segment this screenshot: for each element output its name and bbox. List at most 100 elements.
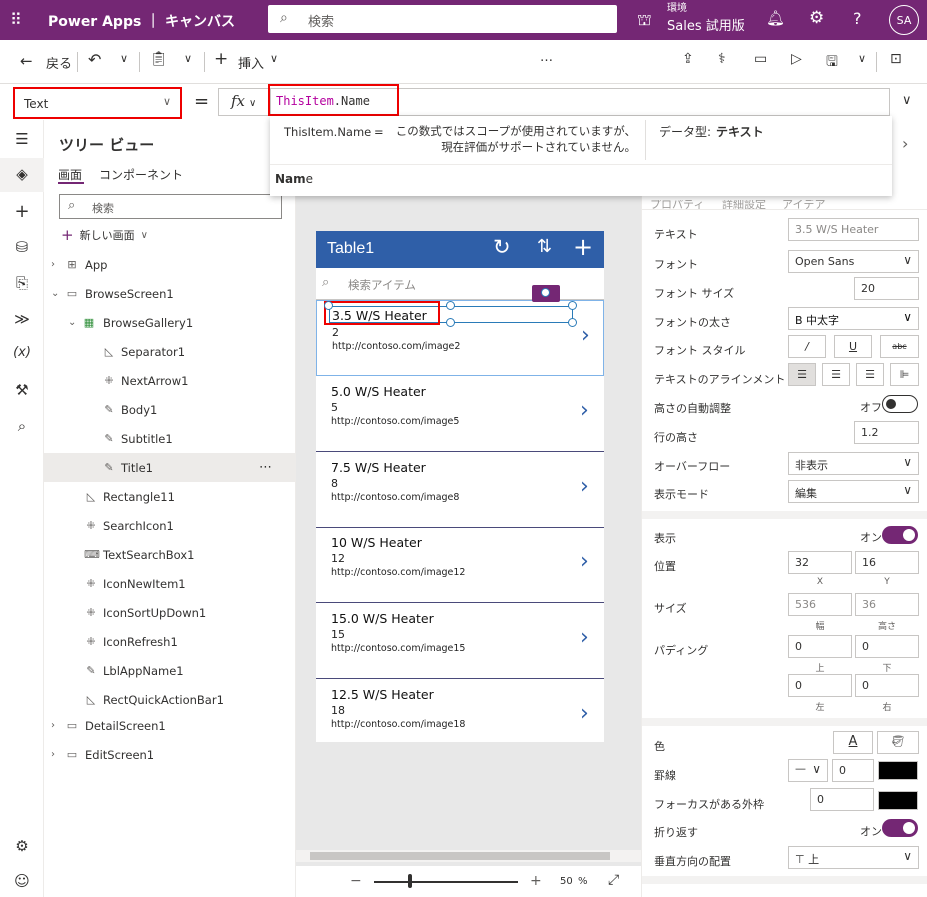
width-input[interactable]: 536 — [788, 593, 852, 616]
zoom-in-button[interactable]: + — [530, 873, 542, 889]
media-icon[interactable]: ⎘ — [12, 274, 32, 292]
y-input[interactable]: 16 — [855, 551, 919, 574]
menu-icon[interactable]: ☰ — [12, 130, 32, 148]
border-width-input[interactable]: 0 — [832, 759, 874, 782]
tree-item-iconsortupdown1[interactable]: ⁜ IconSortUpDown1 — [44, 598, 296, 627]
align-left-button[interactable]: ☰ — [788, 363, 816, 386]
chevron-down-icon[interactable]: ∨ — [270, 52, 278, 65]
font-size-input[interactable]: 20 — [854, 277, 919, 300]
search-bar[interactable]: ⌕ 検索アイテム — [316, 268, 604, 300]
gallery-item[interactable]: 10 W/S Heater 12 http://contoso.com/imag… — [316, 527, 604, 603]
settings-icon[interactable]: ⚙ — [12, 837, 32, 855]
rotate-handle[interactable] — [541, 288, 550, 297]
tree-item-iconnewitem1[interactable]: ⁜ IconNewItem1 — [44, 569, 296, 598]
tree-item-browsegallery1[interactable]: ⌄ ▦ BrowseGallery1 — [44, 308, 296, 337]
tree-item-lblappname1[interactable]: ✎ LblAppName1 — [44, 656, 296, 685]
formula-text[interactable]: ThisItem.Name — [276, 94, 370, 108]
tree-item-nextarrow1[interactable]: ⁜ NextArrow1 — [44, 366, 296, 395]
tab-screens[interactable]: 画面 — [58, 166, 82, 183]
visible-toggle[interactable] — [882, 526, 918, 544]
tree-item-rectangle11[interactable]: ◺ Rectangle11 — [44, 482, 296, 511]
property-dropdown[interactable]: Text ∨ — [13, 87, 182, 119]
new-item-icon[interactable]: + — [573, 233, 593, 261]
font-weight-dropdown[interactable]: B 中太字 ∨ — [788, 307, 919, 330]
chevron-right-icon[interactable]: › — [902, 134, 908, 153]
search-icon[interactable]: ⌕ — [12, 417, 32, 435]
chevron-right-icon[interactable]: › — [580, 474, 589, 499]
tree-item-rectquickactionbar1[interactable]: ◺ RectQuickActionBar1 — [44, 685, 296, 714]
data-icon[interactable]: ⛁ — [12, 238, 32, 256]
tree-item-subtitle1[interactable]: ✎ Subtitle1 — [44, 424, 296, 453]
resize-handle[interactable] — [324, 301, 333, 310]
tree-item-iconrefresh1[interactable]: ⁜ IconRefresh1 — [44, 627, 296, 656]
app-checker-icon[interactable]: ⚕ — [718, 51, 726, 67]
help-icon[interactable]: ? — [853, 9, 862, 28]
line-height-input[interactable]: 1.2 — [854, 421, 919, 444]
paste-icon[interactable]: 📋︎ — [150, 51, 168, 67]
chevron-right-icon[interactable]: › — [580, 701, 589, 726]
tree-item-app[interactable]: › ⊞ App — [44, 250, 296, 279]
comments-icon[interactable]: ▭ — [754, 51, 767, 67]
sort-up-down-icon[interactable]: ⇅ — [537, 236, 552, 257]
wrap-toggle[interactable] — [882, 819, 918, 837]
font-color-button[interactable]: A — [833, 731, 873, 754]
display-mode-dropdown[interactable]: 編集 ∨ — [788, 480, 919, 503]
focus-border-color-swatch[interactable] — [878, 791, 918, 810]
zoom-out-button[interactable]: − — [350, 873, 362, 889]
fit-to-window-icon[interactable]: ⤢ — [608, 872, 619, 888]
vertical-align-dropdown[interactable]: ⊤ 上 ∨ — [788, 846, 919, 869]
height-input[interactable]: 36 — [855, 593, 919, 616]
border-style-dropdown[interactable]: — ∨ — [788, 759, 828, 782]
more-commands-button[interactable]: … — [540, 50, 553, 65]
gallery-item[interactable]: 15.0 W/S Heater 15 http://contoso.com/im… — [316, 603, 604, 679]
padding-right-input[interactable]: 0 — [855, 674, 919, 697]
more-options-icon[interactable]: ⋯ — [259, 460, 272, 475]
save-icon[interactable]: 🖫︎ — [826, 51, 838, 75]
align-right-button[interactable]: ☰ — [856, 363, 884, 386]
align-center-button[interactable]: ☰ — [822, 363, 850, 386]
settings-icon[interactable]: ⚙ — [809, 8, 824, 28]
padding-left-input[interactable]: 0 — [788, 674, 852, 697]
auto-height-toggle[interactable] — [882, 395, 918, 413]
chevron-down-icon[interactable]: ⌄ — [68, 317, 76, 328]
overflow-dropdown[interactable]: 非表示 ∨ — [788, 452, 919, 475]
back-button[interactable]: 戻る — [46, 53, 72, 72]
resize-handle[interactable] — [446, 318, 455, 327]
chevron-right-icon[interactable]: › — [580, 549, 589, 574]
resize-handle[interactable] — [568, 301, 577, 310]
share-icon[interactable]: ⇪ — [682, 51, 694, 67]
resize-handle[interactable] — [568, 318, 577, 327]
tree-item-title1[interactable]: ✎ Title1 ⋯ — [44, 453, 296, 482]
power-automate-icon[interactable]: ≫ — [12, 310, 32, 328]
environment-name[interactable]: Sales 試用版 — [667, 15, 745, 34]
italic-button[interactable]: / — [788, 335, 826, 358]
tree-item-body1[interactable]: ✎ Body1 — [44, 395, 296, 424]
chevron-right-icon[interactable]: › — [581, 323, 590, 348]
zoom-slider-track[interactable] — [374, 881, 518, 883]
chevron-down-icon[interactable]: ∨ — [858, 52, 866, 65]
gallery-item[interactable]: 12.5 W/S Heater 18 http://contoso.com/im… — [316, 679, 604, 742]
insert-button[interactable]: 挿入 — [238, 53, 264, 72]
gallery-item[interactable]: 5.0 W/S Heater 5 http://contoso.com/imag… — [316, 376, 604, 452]
tab-components[interactable]: コンポーネント — [99, 166, 183, 183]
font-dropdown[interactable]: Open Sans ∨ — [788, 250, 919, 273]
intellisense-suggestion[interactable]: Name — [275, 172, 313, 186]
gallery-item[interactable]: 7.5 W/S Heater 8 http://contoso.com/imag… — [316, 452, 604, 528]
chevron-right-icon[interactable]: › — [580, 398, 589, 423]
tree-search-input[interactable]: ⌕ 検索 — [59, 194, 282, 219]
chevron-down-icon[interactable]: ⌄ — [51, 288, 59, 299]
insert-plus-icon[interactable]: + — [214, 49, 228, 69]
avatar[interactable]: SA — [889, 5, 919, 35]
strikethrough-button[interactable]: abc — [880, 335, 919, 358]
fill-color-button[interactable]: 🪣︎ — [877, 731, 919, 754]
new-screen-button[interactable]: + 新しい画面 ∨ — [61, 226, 148, 244]
tree-item-browsescreen1[interactable]: ⌄ ▭ BrowseScreen1 — [44, 279, 296, 308]
variables-icon[interactable]: (x) — [12, 345, 32, 360]
scrollbar-thumb[interactable] — [310, 852, 610, 860]
notifications-icon[interactable]: 🔔︎ — [766, 9, 785, 27]
tree-item-textsearchbox1[interactable]: ⌨ TextSearchBox1 — [44, 540, 296, 569]
back-arrow-icon[interactable]: ← — [20, 52, 33, 70]
layers-icon[interactable]: ◈ — [12, 165, 32, 183]
undo-icon[interactable]: ↶ — [88, 50, 101, 69]
text-property-input[interactable]: 3.5 W/S Heater — [788, 218, 919, 241]
